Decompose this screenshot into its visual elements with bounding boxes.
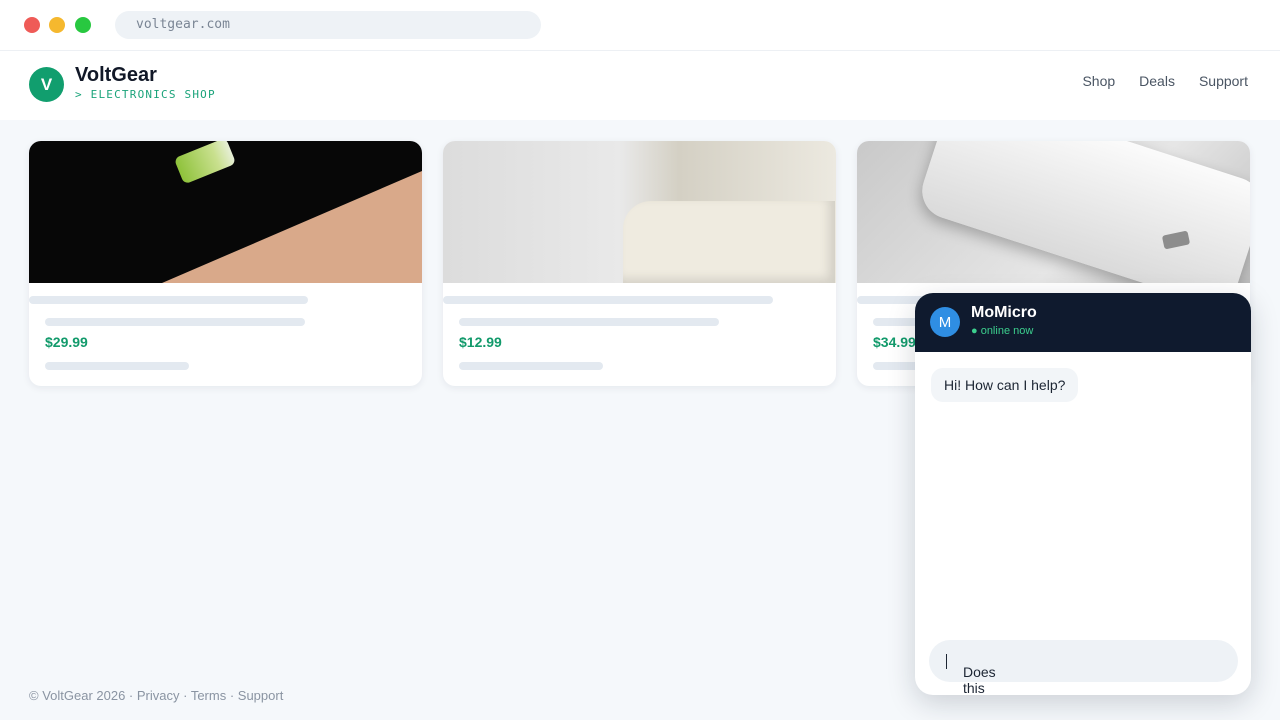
product-image[interactable]	[857, 141, 1250, 283]
site-footer: © VoltGear 2026 · Privacy · Terms · Supp…	[29, 688, 284, 703]
brand-name[interactable]: VoltGear	[75, 64, 157, 87]
footer-terms-link[interactable]: Terms	[191, 688, 226, 703]
logo-icon[interactable]: V	[29, 67, 64, 102]
footer-copyright: © VoltGear 2026	[29, 688, 126, 703]
nav-shop-link[interactable]: Shop	[1082, 73, 1115, 89]
chat-input-value: Does this cha	[946, 652, 996, 695]
description-placeholder	[459, 362, 603, 370]
subtitle-placeholder	[459, 318, 719, 326]
chat-agent-name: MoMicro	[971, 304, 1037, 321]
product-price: $34.99	[873, 334, 916, 350]
address-bar[interactable]: voltgear.com	[115, 11, 541, 39]
title-placeholder	[29, 296, 308, 304]
nav-support-link[interactable]: Support	[1199, 73, 1248, 89]
minimize-window-button[interactable]	[49, 17, 65, 33]
nav-deals-link[interactable]: Deals	[1139, 73, 1175, 89]
chat-status: ● online now	[971, 325, 1034, 337]
chat-header: M MoMicro ● online now	[915, 293, 1251, 352]
brand-tagline: > ELECTRONICS SHOP	[75, 88, 216, 101]
product-card[interactable]: $29.99	[29, 141, 422, 386]
chat-message-bubble: Hi! How can I help?	[931, 368, 1079, 402]
title-placeholder	[443, 296, 773, 304]
text-cursor	[946, 654, 947, 669]
avatar: M	[930, 307, 960, 337]
chat-widget: M MoMicro ● online now Hi! How can I hel…	[915, 293, 1251, 695]
browser-chrome: voltgear.com	[0, 0, 1280, 51]
footer-privacy-link[interactable]: Privacy	[137, 688, 180, 703]
product-image[interactable]	[29, 141, 422, 283]
description-placeholder	[45, 362, 189, 370]
footer-support-link[interactable]: Support	[238, 688, 284, 703]
address-bar-url: voltgear.com	[136, 17, 230, 32]
product-image[interactable]	[443, 141, 836, 283]
maximize-window-button[interactable]	[75, 17, 91, 33]
main-nav: Shop Deals Support	[1082, 73, 1248, 89]
site-header: V VoltGear > ELECTRONICS SHOP Shop Deals…	[0, 51, 1280, 120]
product-price: $12.99	[459, 334, 502, 350]
product-card[interactable]: $12.99	[443, 141, 836, 386]
close-window-button[interactable]	[24, 17, 40, 33]
subtitle-placeholder	[45, 318, 305, 326]
chat-message-input[interactable]: Does this cha	[929, 640, 1238, 695]
product-price: $29.99	[45, 334, 88, 350]
